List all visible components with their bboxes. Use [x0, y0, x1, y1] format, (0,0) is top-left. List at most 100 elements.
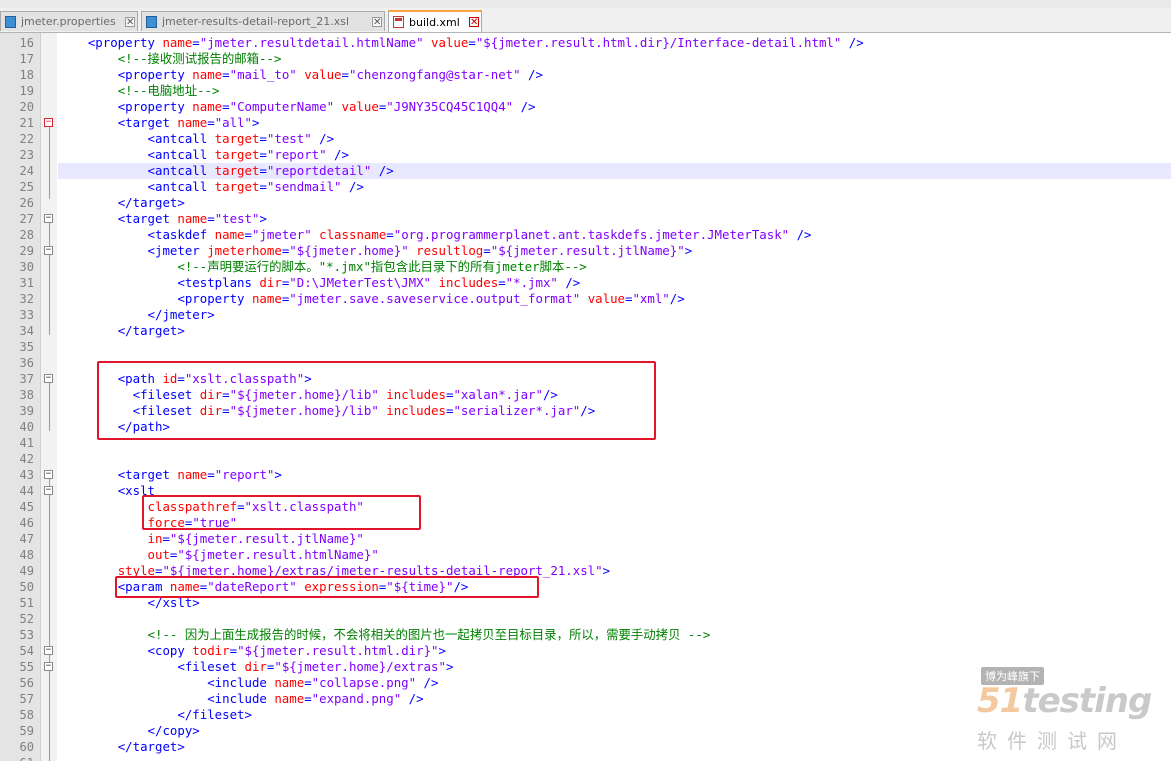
code-text[interactable]: <antcall target="report" /> [58, 147, 1171, 163]
code-line[interactable]: 54 − <copy todir="${jmeter.result.html.di… [0, 643, 1171, 659]
fold-toggle-icon[interactable]: − [44, 118, 53, 127]
code-line[interactable]: 61 [0, 755, 1171, 761]
line-number: 32 [19, 292, 34, 306]
code-line[interactable]: 17 <!--接收测试报告的邮箱--> [0, 51, 1171, 67]
code-line[interactable]: 20 <property name="ComputerName" value="… [0, 99, 1171, 115]
code-line[interactable]: 21 − <target name="all"> [0, 115, 1171, 131]
code-text[interactable]: <taskdef name="jmeter" classname="org.pr… [58, 227, 1171, 243]
tab-jmeter-results-xsl[interactable]: jmeter-results-detail-report_21.xsl ✕ [141, 11, 385, 31]
code-line[interactable]: 22 <antcall target="test" /> [0, 131, 1171, 147]
line-number: 26 [19, 196, 34, 210]
code-editor[interactable]: 16 <property name="jmeter.resultdetail.h… [0, 33, 1171, 761]
code-text[interactable]: <!--电脑地址--> [58, 83, 1171, 99]
code-line[interactable]: 43 − <target name="report"> [0, 467, 1171, 483]
line-number: 54 [19, 644, 34, 658]
tab-jmeter-properties[interactable]: jmeter.properties ✕ [0, 11, 138, 31]
file-modified-icon [393, 16, 404, 28]
code-text[interactable] [58, 611, 1171, 627]
code-line[interactable]: 33 </jmeter> [0, 307, 1171, 323]
code-text[interactable]: </target> [58, 323, 1171, 339]
code-line[interactable]: 42 [0, 451, 1171, 467]
close-tab-icon[interactable]: ✕ [469, 17, 479, 28]
code-line[interactable]: 25 <antcall target="sendmail" /> [0, 179, 1171, 195]
line-number: 37 [19, 372, 34, 386]
close-tab-icon[interactable]: ✕ [125, 16, 135, 27]
code-text[interactable]: in="${jmeter.result.jtlName}" [58, 531, 1171, 547]
code-text[interactable]: <property name="jmeter.save.saveservice.… [58, 291, 1171, 307]
code-line[interactable]: 47 in="${jmeter.result.jtlName}" [0, 531, 1171, 547]
line-number: 38 [19, 388, 34, 402]
line-number: 18 [19, 68, 34, 82]
code-line[interactable]: 31 <testplans dir="D:\JMeterTest\JMX" in… [0, 275, 1171, 291]
code-line[interactable]: 27 − <target name="test"> [0, 211, 1171, 227]
line-number: 40 [19, 420, 34, 434]
code-text[interactable]: <!--声明要运行的脚本。"*.jmx"指包含此目录下的所有jmeter脚本--… [58, 259, 1171, 275]
code-text[interactable]: <property name="jmeter.resultdetail.html… [58, 35, 1171, 51]
annotation-box-param [115, 576, 539, 598]
line-number: 29 [19, 244, 34, 258]
code-text[interactable]: <antcall target="test" /> [58, 131, 1171, 147]
line-number: 35 [19, 340, 34, 354]
line-number: 39 [19, 404, 34, 418]
code-text[interactable]: <antcall target="reportdetail" /> [58, 163, 1171, 179]
code-text[interactable]: <!--接收测试报告的邮箱--> [58, 51, 1171, 67]
code-text[interactable]: </jmeter> [58, 307, 1171, 323]
code-line[interactable]: 29 − <jmeter jmeterhome="${jmeter.home}" … [0, 243, 1171, 259]
code-line[interactable]: 24 <antcall target="reportdetail" /> [0, 163, 1171, 179]
line-number: 42 [19, 452, 34, 466]
code-line[interactable]: 30 <!--声明要运行的脚本。"*.jmx"指包含此目录下的所有jmeter脚… [0, 259, 1171, 275]
line-number: 24 [19, 164, 34, 178]
fold-toggle-icon[interactable]: − [44, 246, 53, 255]
line-number: 61 [0, 755, 34, 761]
code-line[interactable]: 34 </target> [0, 323, 1171, 339]
code-text[interactable]: <copy todir="${jmeter.result.html.dir}"> [58, 643, 1171, 659]
code-text[interactable]: out="${jmeter.result.htmlName}" [58, 547, 1171, 563]
code-line[interactable]: 48 out="${jmeter.result.htmlName}" [0, 547, 1171, 563]
line-number: 47 [19, 532, 34, 546]
code-text[interactable] [58, 339, 1171, 355]
line-number: 19 [19, 84, 34, 98]
code-line[interactable]: 23 <antcall target="report" /> [0, 147, 1171, 163]
code-line[interactable]: 53 <!-- 因为上面生成报告的时候，不会将相关的图片也一起拷贝至目标目录，所… [0, 627, 1171, 643]
code-text[interactable]: <target name="report"> [58, 467, 1171, 483]
tab-label: jmeter-results-detail-report_21.xsl [162, 15, 349, 28]
code-line[interactable]: 28 <taskdef name="jmeter" classname="org… [0, 227, 1171, 243]
close-tab-icon[interactable]: ✕ [372, 16, 382, 27]
line-number: 46 [19, 516, 34, 530]
code-text[interactable]: <target name="all"> [58, 115, 1171, 131]
code-line[interactable]: 32 <property name="jmeter.save.saveservi… [0, 291, 1171, 307]
code-text[interactable]: <property name="ComputerName" value="J9N… [58, 99, 1171, 115]
code-text[interactable]: <!-- 因为上面生成报告的时候，不会将相关的图片也一起拷贝至目标目录，所以，需… [58, 627, 1171, 643]
code-line[interactable]: 26 </target> [0, 195, 1171, 211]
tab-build-xml[interactable]: build.xml ✕ [388, 10, 482, 32]
code-text[interactable]: <jmeter jmeterhome="${jmeter.home}" resu… [58, 243, 1171, 259]
fold-toggle-icon[interactable]: − [44, 486, 53, 495]
code-line[interactable]: 35 [0, 339, 1171, 355]
code-line[interactable]: 18 <property name="mail_to" value="chenz… [0, 67, 1171, 83]
line-number: 59 [19, 724, 34, 738]
fold-toggle-icon[interactable]: − [44, 646, 53, 655]
line-number: 16 [19, 36, 34, 50]
code-text[interactable]: <testplans dir="D:\JMeterTest\JMX" inclu… [58, 275, 1171, 291]
fold-toggle-icon[interactable]: − [44, 374, 53, 383]
fold-toggle-icon[interactable]: − [44, 214, 53, 223]
code-text[interactable] [58, 755, 1171, 761]
code-line[interactable]: 16 <property name="jmeter.resultdetail.h… [0, 35, 1171, 51]
code-line[interactable]: 52 [0, 611, 1171, 627]
fold-toggle-icon[interactable]: − [44, 662, 53, 671]
code-text[interactable] [58, 451, 1171, 467]
fold-toggle-icon[interactable]: − [44, 470, 53, 479]
watermark-subtitle: 软件测试网 [977, 729, 1127, 753]
code-text[interactable]: </target> [58, 195, 1171, 211]
file-icon [5, 15, 16, 28]
line-number: 22 [19, 132, 34, 146]
code-text[interactable]: <target name="test"> [58, 211, 1171, 227]
code-line[interactable]: 19 <!--电脑地址--> [0, 83, 1171, 99]
line-number: 48 [19, 548, 34, 562]
code-text[interactable]: <antcall target="sendmail" /> [58, 179, 1171, 195]
line-number: 57 [19, 692, 34, 706]
code-text[interactable]: <property name="mail_to" value="chenzong… [58, 67, 1171, 83]
tab-label: jmeter.properties [21, 15, 116, 28]
line-number: 33 [19, 308, 34, 322]
document-tab-bar: jmeter.properties ✕ jmeter-results-detai… [0, 8, 1171, 33]
